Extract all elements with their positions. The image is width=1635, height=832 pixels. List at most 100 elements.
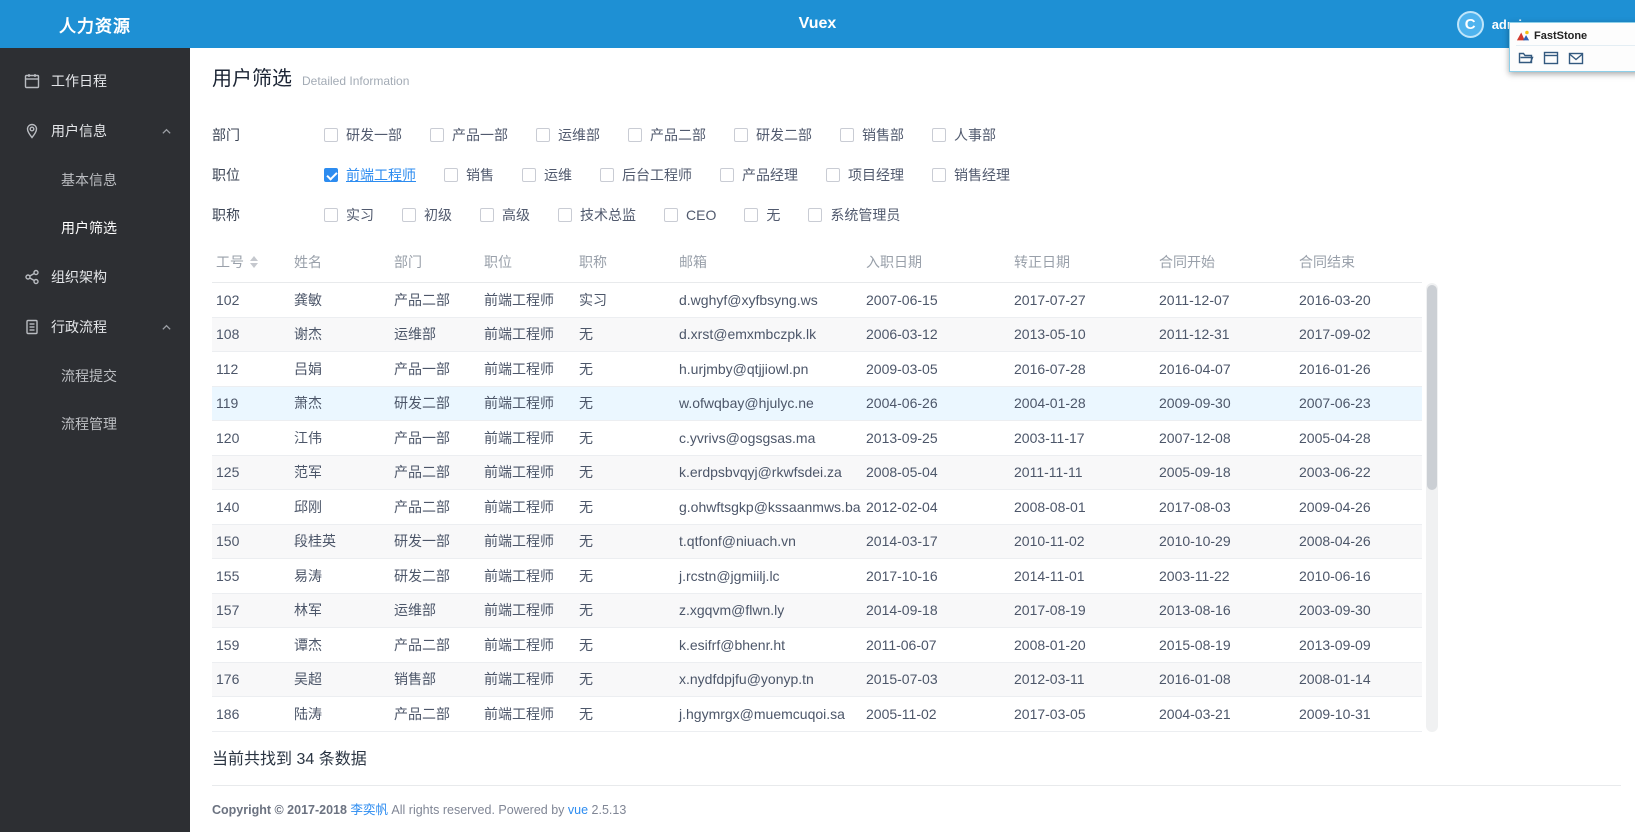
sidebar-item-basic-info[interactable]: 基本信息 <box>0 156 190 204</box>
filter-checkbox-option[interactable]: 产品经理 <box>720 165 798 185</box>
filter-checkbox-option[interactable]: CEO <box>664 207 716 223</box>
window-icon[interactable] <box>1543 51 1559 65</box>
table-row[interactable]: 112 吕娟 产品一部 前端工程师 无 h.urjmby@qtjjiowl.pn 2009-… <box>212 352 1422 387</box>
table-cell: 157 <box>216 602 240 619</box>
page-title: 用户筛选 <box>212 68 292 90</box>
table-cell: 2016-07-28 <box>1014 360 1086 377</box>
checkbox[interactable] <box>744 208 759 222</box>
table-row[interactable]: 120 江伟 产品一部 前端工程师 无 c.yvrivs@ogsgsas.ma 2013-0… <box>212 421 1422 456</box>
table-cell: c.yvrivs@ogsgsas.ma <box>679 429 816 446</box>
filter-row: 职位 前端工程师 销售 运维 后台工程师 产品经理 项目经理 销售经理 <box>212 155 1635 195</box>
filter-checkbox-option[interactable]: 运维部 <box>536 125 600 145</box>
table-row[interactable]: 140 邱刚 产品二部 前端工程师 无 g.ohwftsgkp@kssaanmws.ba 2… <box>212 490 1422 525</box>
author-link[interactable]: 李奕帆 <box>350 803 388 817</box>
checkbox[interactable] <box>840 128 854 142</box>
filter-checkbox-option[interactable]: 系统管理员 <box>808 205 900 225</box>
copyright-prefix: Copyright © 2017-2018 <box>212 802 351 817</box>
table-cell: 2015-08-19 <box>1159 636 1231 653</box>
sidebar-item-user-filter[interactable]: 用户筛选 <box>0 204 190 252</box>
checkbox[interactable] <box>664 208 678 222</box>
checkbox[interactable] <box>558 208 572 222</box>
table-cell: k.erdpsbvqyj@rkwfsdei.za <box>679 464 842 481</box>
table-row[interactable]: 157 林军 运维部 前端工程师 无 z.xgqvm@flwn.ly 2014-09-18 2… <box>212 593 1422 628</box>
scrollbar-thumb[interactable] <box>1427 285 1437 490</box>
checkbox[interactable] <box>402 208 416 222</box>
filter-checkbox-option[interactable]: 销售部 <box>840 125 904 145</box>
table-cell: 2009-03-05 <box>866 360 938 377</box>
sidebar-item-process-manage[interactable]: 流程管理 <box>0 400 190 448</box>
checkbox[interactable] <box>536 128 550 142</box>
filter-checkbox-option[interactable]: 研发二部 <box>734 125 812 145</box>
filter-checkbox-option[interactable]: 实习 <box>324 205 374 225</box>
open-folder-icon[interactable] <box>1518 51 1534 65</box>
checkbox[interactable] <box>600 168 614 182</box>
filter-checkbox-option[interactable]: 产品二部 <box>628 125 706 145</box>
filter-checkbox-option[interactable]: 销售经理 <box>932 165 1010 185</box>
table-row[interactable]: 102 龚敏 产品二部 前端工程师 实习 d.wghyf@xyfbsyng.ws 2007-… <box>212 283 1422 318</box>
table-cell: 无 <box>579 602 593 619</box>
filter-checkbox-option[interactable]: 后台工程师 <box>600 165 692 185</box>
checkbox[interactable] <box>720 168 734 182</box>
sort-carets-icon[interactable] <box>250 255 258 268</box>
table-cell: 2015-07-03 <box>866 671 938 688</box>
table-row[interactable]: 186 陆涛 产品二部 前端工程师 无 j.hgymrgx@muemcuqoi.sa 200… <box>212 697 1422 732</box>
vue-link[interactable]: vue <box>568 803 588 817</box>
checkbox[interactable] <box>734 128 748 142</box>
table-row[interactable]: 119 萧杰 研发二部 前端工程师 无 w.ofwqbay@hjulyc.ne 2004-0… <box>212 386 1422 421</box>
table-row[interactable]: 155 易涛 研发二部 前端工程师 无 j.rcstn@jgmiilj.lc 2017-10… <box>212 559 1422 594</box>
sidebar-item-user-info[interactable]: 用户信息 <box>0 106 190 156</box>
checkbox[interactable] <box>324 128 338 142</box>
table-cell: 产品二部 <box>394 498 450 515</box>
column-header-position: 职位 <box>484 253 512 270</box>
sidebar-item-process-submit[interactable]: 流程提交 <box>0 352 190 400</box>
checkbox[interactable] <box>430 128 444 142</box>
filter-checkbox-option[interactable]: 研发一部 <box>324 125 402 145</box>
checkbox[interactable] <box>808 208 823 222</box>
sidebar-item-work-schedule[interactable]: 工作日程 <box>0 56 190 106</box>
envelope-icon[interactable] <box>1568 52 1584 65</box>
checkbox[interactable] <box>324 208 338 222</box>
checkbox[interactable] <box>932 128 946 142</box>
column-header-id[interactable]: 工号 <box>212 241 290 282</box>
table-cell: 前端工程师 <box>484 533 554 550</box>
checkbox[interactable] <box>324 168 338 182</box>
filter-options: 前端工程师 销售 运维 后台工程师 产品经理 项目经理 销售经理 <box>324 165 1010 185</box>
checkbox[interactable] <box>628 128 642 142</box>
filter-checkbox-option[interactable]: 初级 <box>402 205 452 225</box>
sidebar-item-org-structure[interactable]: 组织架构 <box>0 252 190 302</box>
table-cell: 2016-04-07 <box>1159 360 1231 377</box>
filter-checkbox-option[interactable]: 无 <box>744 205 780 225</box>
checkbox-label: 前端工程师 <box>346 167 416 183</box>
filter-checkbox-option[interactable]: 人事部 <box>932 125 996 145</box>
document-icon <box>26 319 38 335</box>
filter-checkbox-option[interactable]: 高级 <box>480 205 530 225</box>
faststone-titlebar[interactable]: FastStone <box>1516 26 1635 46</box>
share-icon <box>25 269 39 285</box>
checkbox-label: 人事部 <box>954 127 996 143</box>
filter-row: 部门 研发一部 产品一部 运维部 产品二部 研发二部 销售部 人事部 <box>212 115 1635 155</box>
table-row[interactable]: 150 段桂英 研发一部 前端工程师 无 t.qtfonf@niuach.vn 2014-0… <box>212 524 1422 559</box>
table-cell: 2017-08-03 <box>1159 498 1231 515</box>
checkbox[interactable] <box>826 168 840 182</box>
filter-checkbox-option[interactable]: 项目经理 <box>826 165 904 185</box>
table-row[interactable]: 108 谢杰 运维部 前端工程师 无 d.xrst@emxmbczpk.lk 2006-03… <box>212 317 1422 352</box>
table-scrollbar[interactable] <box>1426 283 1438 732</box>
table-row[interactable]: 125 范军 产品二部 前端工程师 无 k.erdpsbvqyj@rkwfsdei.za 2… <box>212 455 1422 490</box>
checkbox[interactable] <box>932 168 946 182</box>
filter-checkbox-option[interactable]: 产品一部 <box>430 125 508 145</box>
sidebar-nav: 工作日程 用户信息 基本信息 用户筛选 组织架构 行政流程 流程提交 流程管理 <box>0 48 190 832</box>
checkbox[interactable] <box>444 168 458 182</box>
faststone-capture-panel[interactable]: FastStone <box>1509 22 1635 72</box>
filter-checkbox-option[interactable]: 前端工程师 <box>324 165 416 185</box>
filter-checkbox-option[interactable]: 技术总监 <box>558 205 636 225</box>
checkbox[interactable] <box>480 208 494 222</box>
table-cell: 2005-11-02 <box>866 705 937 722</box>
user-avatar[interactable]: C <box>1456 10 1484 38</box>
table-cell: 前端工程师 <box>484 360 554 377</box>
table-row[interactable]: 176 吴超 销售部 前端工程师 无 x.nydfdpjfu@yonyp.tn 2015-0… <box>212 662 1422 697</box>
filter-checkbox-option[interactable]: 销售 <box>444 165 494 185</box>
sidebar-item-admin-process[interactable]: 行政流程 <box>0 302 190 352</box>
table-row[interactable]: 159 谭杰 产品二部 前端工程师 无 k.esifrf@bhenr.ht 2011-06-… <box>212 628 1422 663</box>
filter-checkbox-option[interactable]: 运维 <box>522 165 572 185</box>
checkbox[interactable] <box>522 168 536 182</box>
